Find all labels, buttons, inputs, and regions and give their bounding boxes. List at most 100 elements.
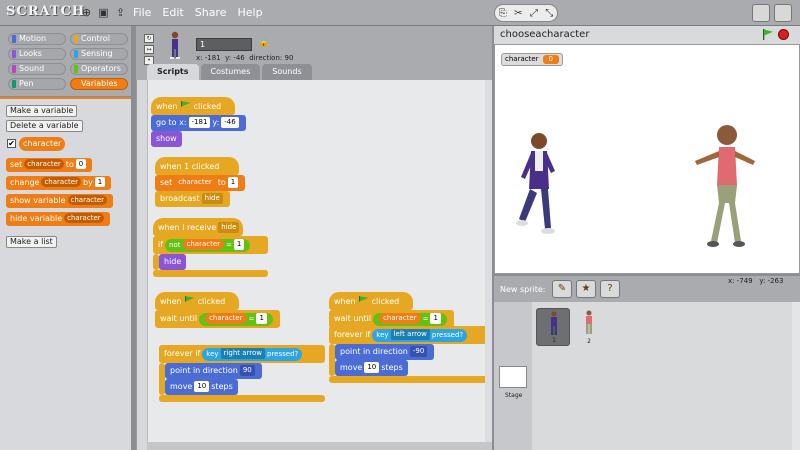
wait-until-block[interactable]: wait until character = 1 bbox=[155, 310, 280, 328]
normal-stage-button[interactable] bbox=[774, 4, 792, 22]
set-var-dropdown[interactable]: character bbox=[24, 159, 64, 169]
change-variable-block[interactable]: change character by 1 bbox=[6, 176, 112, 190]
wait-var-reporter[interactable]: character bbox=[379, 313, 421, 324]
sprite-thumb-1[interactable]: 1 bbox=[536, 308, 570, 346]
menu-file[interactable]: File bbox=[133, 6, 151, 19]
set-variable-block[interactable]: set character to 0 bbox=[6, 158, 93, 172]
sprite-thumb-2[interactable]: 2 bbox=[572, 308, 606, 346]
key-pressed-sensor[interactable]: key right arrow pressed? bbox=[202, 348, 303, 361]
category-variables[interactable]: Variables bbox=[70, 78, 128, 90]
stage[interactable]: character 0 bbox=[494, 44, 800, 274]
not-operator[interactable]: not character = 1 bbox=[165, 239, 251, 252]
point-in-direction-block-2[interactable]: point in direction -90 bbox=[335, 344, 435, 360]
library-scrollbar[interactable] bbox=[792, 302, 800, 450]
equals-operator[interactable]: character = 1 bbox=[373, 313, 447, 326]
stop-button[interactable] bbox=[778, 29, 789, 40]
menu-edit[interactable]: Edit bbox=[162, 6, 183, 19]
shrink-icon[interactable]: ⤡ bbox=[545, 8, 553, 19]
set-var-dropdown[interactable]: character bbox=[174, 177, 216, 188]
show-variable-block[interactable]: show variable character bbox=[6, 194, 114, 208]
tab-sounds[interactable]: Sounds bbox=[262, 64, 312, 80]
hide-block[interactable]: hide bbox=[159, 254, 187, 270]
hide-variable-block[interactable]: hide variable character bbox=[6, 212, 110, 226]
hide-var-dropdown[interactable]: character bbox=[64, 213, 104, 223]
delete-icon[interactable]: ✂ bbox=[514, 8, 522, 19]
small-stage-button[interactable] bbox=[752, 4, 770, 22]
girl-sprite[interactable] bbox=[693, 123, 757, 251]
tab-costumes[interactable]: Costumes bbox=[200, 64, 261, 80]
sprite-name-field[interactable]: 1 bbox=[196, 38, 252, 51]
if-value-input[interactable]: 1 bbox=[233, 239, 245, 250]
equals-operator[interactable]: character = 1 bbox=[199, 313, 273, 326]
make-list-button[interactable]: Make a list bbox=[6, 236, 57, 248]
category-operators[interactable]: Operators bbox=[70, 63, 128, 75]
flip-style-button[interactable]: ↔ bbox=[144, 45, 154, 54]
random-sprite-button[interactable]: ? bbox=[600, 280, 620, 298]
green-flag-button[interactable] bbox=[762, 29, 774, 40]
broadcast-dropdown[interactable]: hide bbox=[201, 193, 223, 204]
direction-dropdown[interactable]: -90 bbox=[409, 346, 428, 357]
menu-share[interactable]: Share bbox=[195, 6, 227, 19]
forever-if-block-2[interactable]: forever if key left arrow pressed? bbox=[329, 326, 489, 344]
variable-checkbox[interactable]: ✔ bbox=[7, 139, 16, 148]
key-pressed-sensor[interactable]: key left arrow pressed? bbox=[372, 329, 468, 342]
boy-sprite[interactable] bbox=[515, 131, 561, 241]
category-motion[interactable]: Motion bbox=[8, 33, 66, 45]
paint-new-sprite-button[interactable]: ✎ bbox=[552, 280, 572, 298]
set-value-input[interactable]: 1 bbox=[227, 177, 239, 188]
move-steps-block[interactable]: move 10 steps bbox=[165, 379, 238, 395]
scripts-canvas[interactable]: when clicked go to x: -181 y: -46 show when … bbox=[147, 80, 492, 442]
forever-if-block[interactable]: forever if key right arrow pressed? bbox=[159, 345, 325, 363]
set-character-block[interactable]: set character to 1 bbox=[155, 175, 246, 191]
change-value-input[interactable]: 1 bbox=[94, 177, 106, 187]
wait-var-reporter[interactable]: character bbox=[205, 313, 247, 324]
key-dropdown[interactable]: left arrow bbox=[390, 329, 430, 340]
set-value-input[interactable]: 0 bbox=[75, 159, 87, 169]
show-block[interactable]: show bbox=[151, 131, 182, 147]
save-icon[interactable]: ▣ bbox=[97, 6, 110, 19]
key-dropdown[interactable]: right arrow bbox=[220, 348, 265, 359]
when-flag-clicked-hat-3[interactable]: when clicked bbox=[329, 292, 413, 310]
when-flag-clicked-hat-2[interactable]: when clicked bbox=[155, 292, 239, 310]
category-sensing[interactable]: Sensing bbox=[70, 48, 128, 60]
duplicate-icon[interactable]: ⎘ bbox=[499, 8, 507, 19]
share-icon[interactable]: ⇪ bbox=[114, 6, 127, 19]
move-steps-input[interactable]: 10 bbox=[194, 381, 210, 392]
move-steps-input[interactable]: 10 bbox=[364, 362, 380, 373]
broadcast-block[interactable]: broadcast hide bbox=[155, 191, 230, 207]
tab-scripts[interactable]: Scripts bbox=[147, 64, 199, 80]
scripts-horizontal-scrollbar[interactable] bbox=[147, 442, 492, 450]
grow-icon[interactable]: ⤢ bbox=[530, 8, 538, 19]
choose-sprite-file-button[interactable]: ★ bbox=[576, 280, 596, 298]
menu-help[interactable]: Help bbox=[237, 6, 262, 19]
variable-reporter[interactable]: character bbox=[19, 137, 66, 151]
when-flag-clicked-hat[interactable]: when clicked bbox=[151, 97, 235, 115]
category-sound[interactable]: Sound bbox=[8, 63, 66, 75]
wait-value-input[interactable]: 1 bbox=[430, 313, 441, 324]
change-var-dropdown[interactable]: character bbox=[41, 177, 81, 187]
delete-variable-button[interactable]: Delete a variable bbox=[6, 120, 83, 132]
globe-icon[interactable]: ⊕ bbox=[80, 6, 93, 19]
make-variable-button[interactable]: Make a variable bbox=[6, 105, 78, 117]
go-to-xy-block[interactable]: go to x: -181 y: -46 bbox=[151, 115, 246, 131]
scripts-vertical-scrollbar[interactable] bbox=[485, 80, 492, 442]
if-var-reporter[interactable]: character bbox=[182, 239, 225, 250]
category-control[interactable]: Control bbox=[70, 33, 128, 45]
show-var-dropdown[interactable]: character bbox=[67, 195, 108, 205]
move-steps-block-2[interactable]: move 10 steps bbox=[335, 360, 408, 376]
goto-x-input[interactable]: -181 bbox=[188, 117, 211, 128]
category-pen[interactable]: Pen bbox=[8, 78, 66, 90]
when-key-pressed-hat[interactable]: when 1 clicked bbox=[155, 157, 239, 175]
variable-watcher[interactable]: character 0 bbox=[501, 53, 563, 66]
direction-dropdown[interactable]: 90 bbox=[239, 365, 255, 376]
category-looks[interactable]: Looks bbox=[8, 48, 66, 60]
receive-dropdown[interactable]: hide bbox=[218, 222, 240, 233]
if-block[interactable]: if not character = 1 bbox=[153, 236, 268, 254]
lock-icon[interactable]: 🔒 bbox=[258, 38, 269, 48]
stage-thumbnail[interactable] bbox=[499, 366, 527, 388]
point-in-direction-block[interactable]: point in direction 90 bbox=[165, 363, 262, 379]
when-i-receive-hat[interactable]: when I receive hide bbox=[153, 218, 243, 236]
rotate-style-button[interactable]: ↻ bbox=[144, 34, 154, 43]
goto-y-input[interactable]: -46 bbox=[221, 117, 239, 128]
scripts-area[interactable]: when clicked go to x: -181 y: -46 show when … bbox=[136, 80, 492, 450]
